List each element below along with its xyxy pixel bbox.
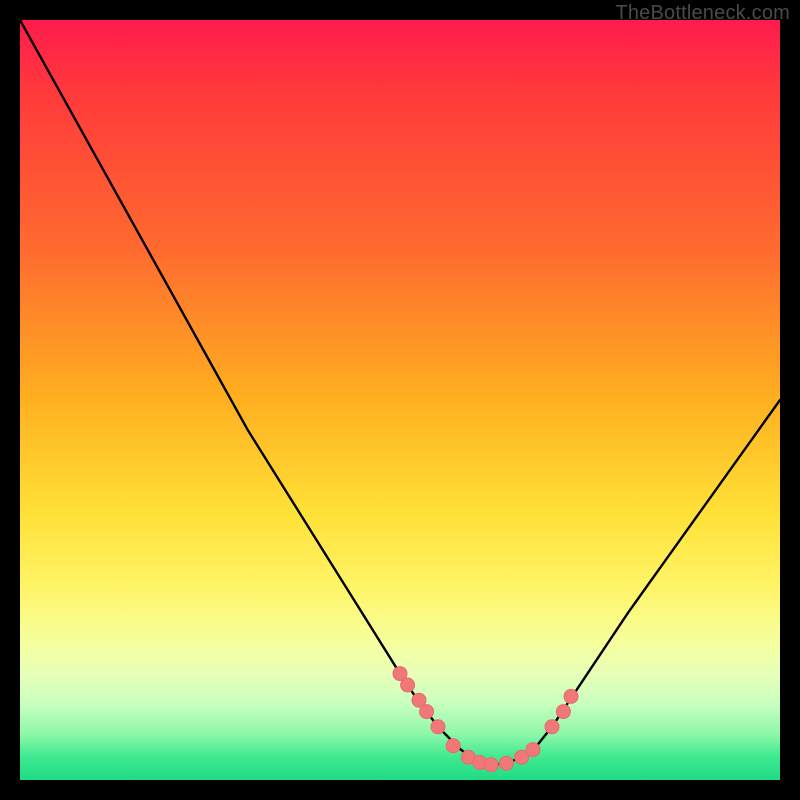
highlight-dot: [401, 678, 415, 692]
highlight-dot: [556, 705, 570, 719]
highlight-dot: [526, 743, 540, 757]
highlight-dot: [499, 756, 513, 770]
highlight-dot: [420, 705, 434, 719]
highlight-dot: [545, 720, 559, 734]
highlight-dot: [484, 758, 498, 772]
chart-frame: TheBottleneck.com: [0, 0, 800, 800]
bottleneck-curve: [20, 20, 780, 765]
highlight-dot: [431, 720, 445, 734]
highlight-dot: [446, 739, 460, 753]
plot-area: [20, 20, 780, 780]
curve-svg: [20, 20, 780, 780]
highlight-dot: [564, 689, 578, 703]
highlight-dots: [393, 667, 578, 772]
